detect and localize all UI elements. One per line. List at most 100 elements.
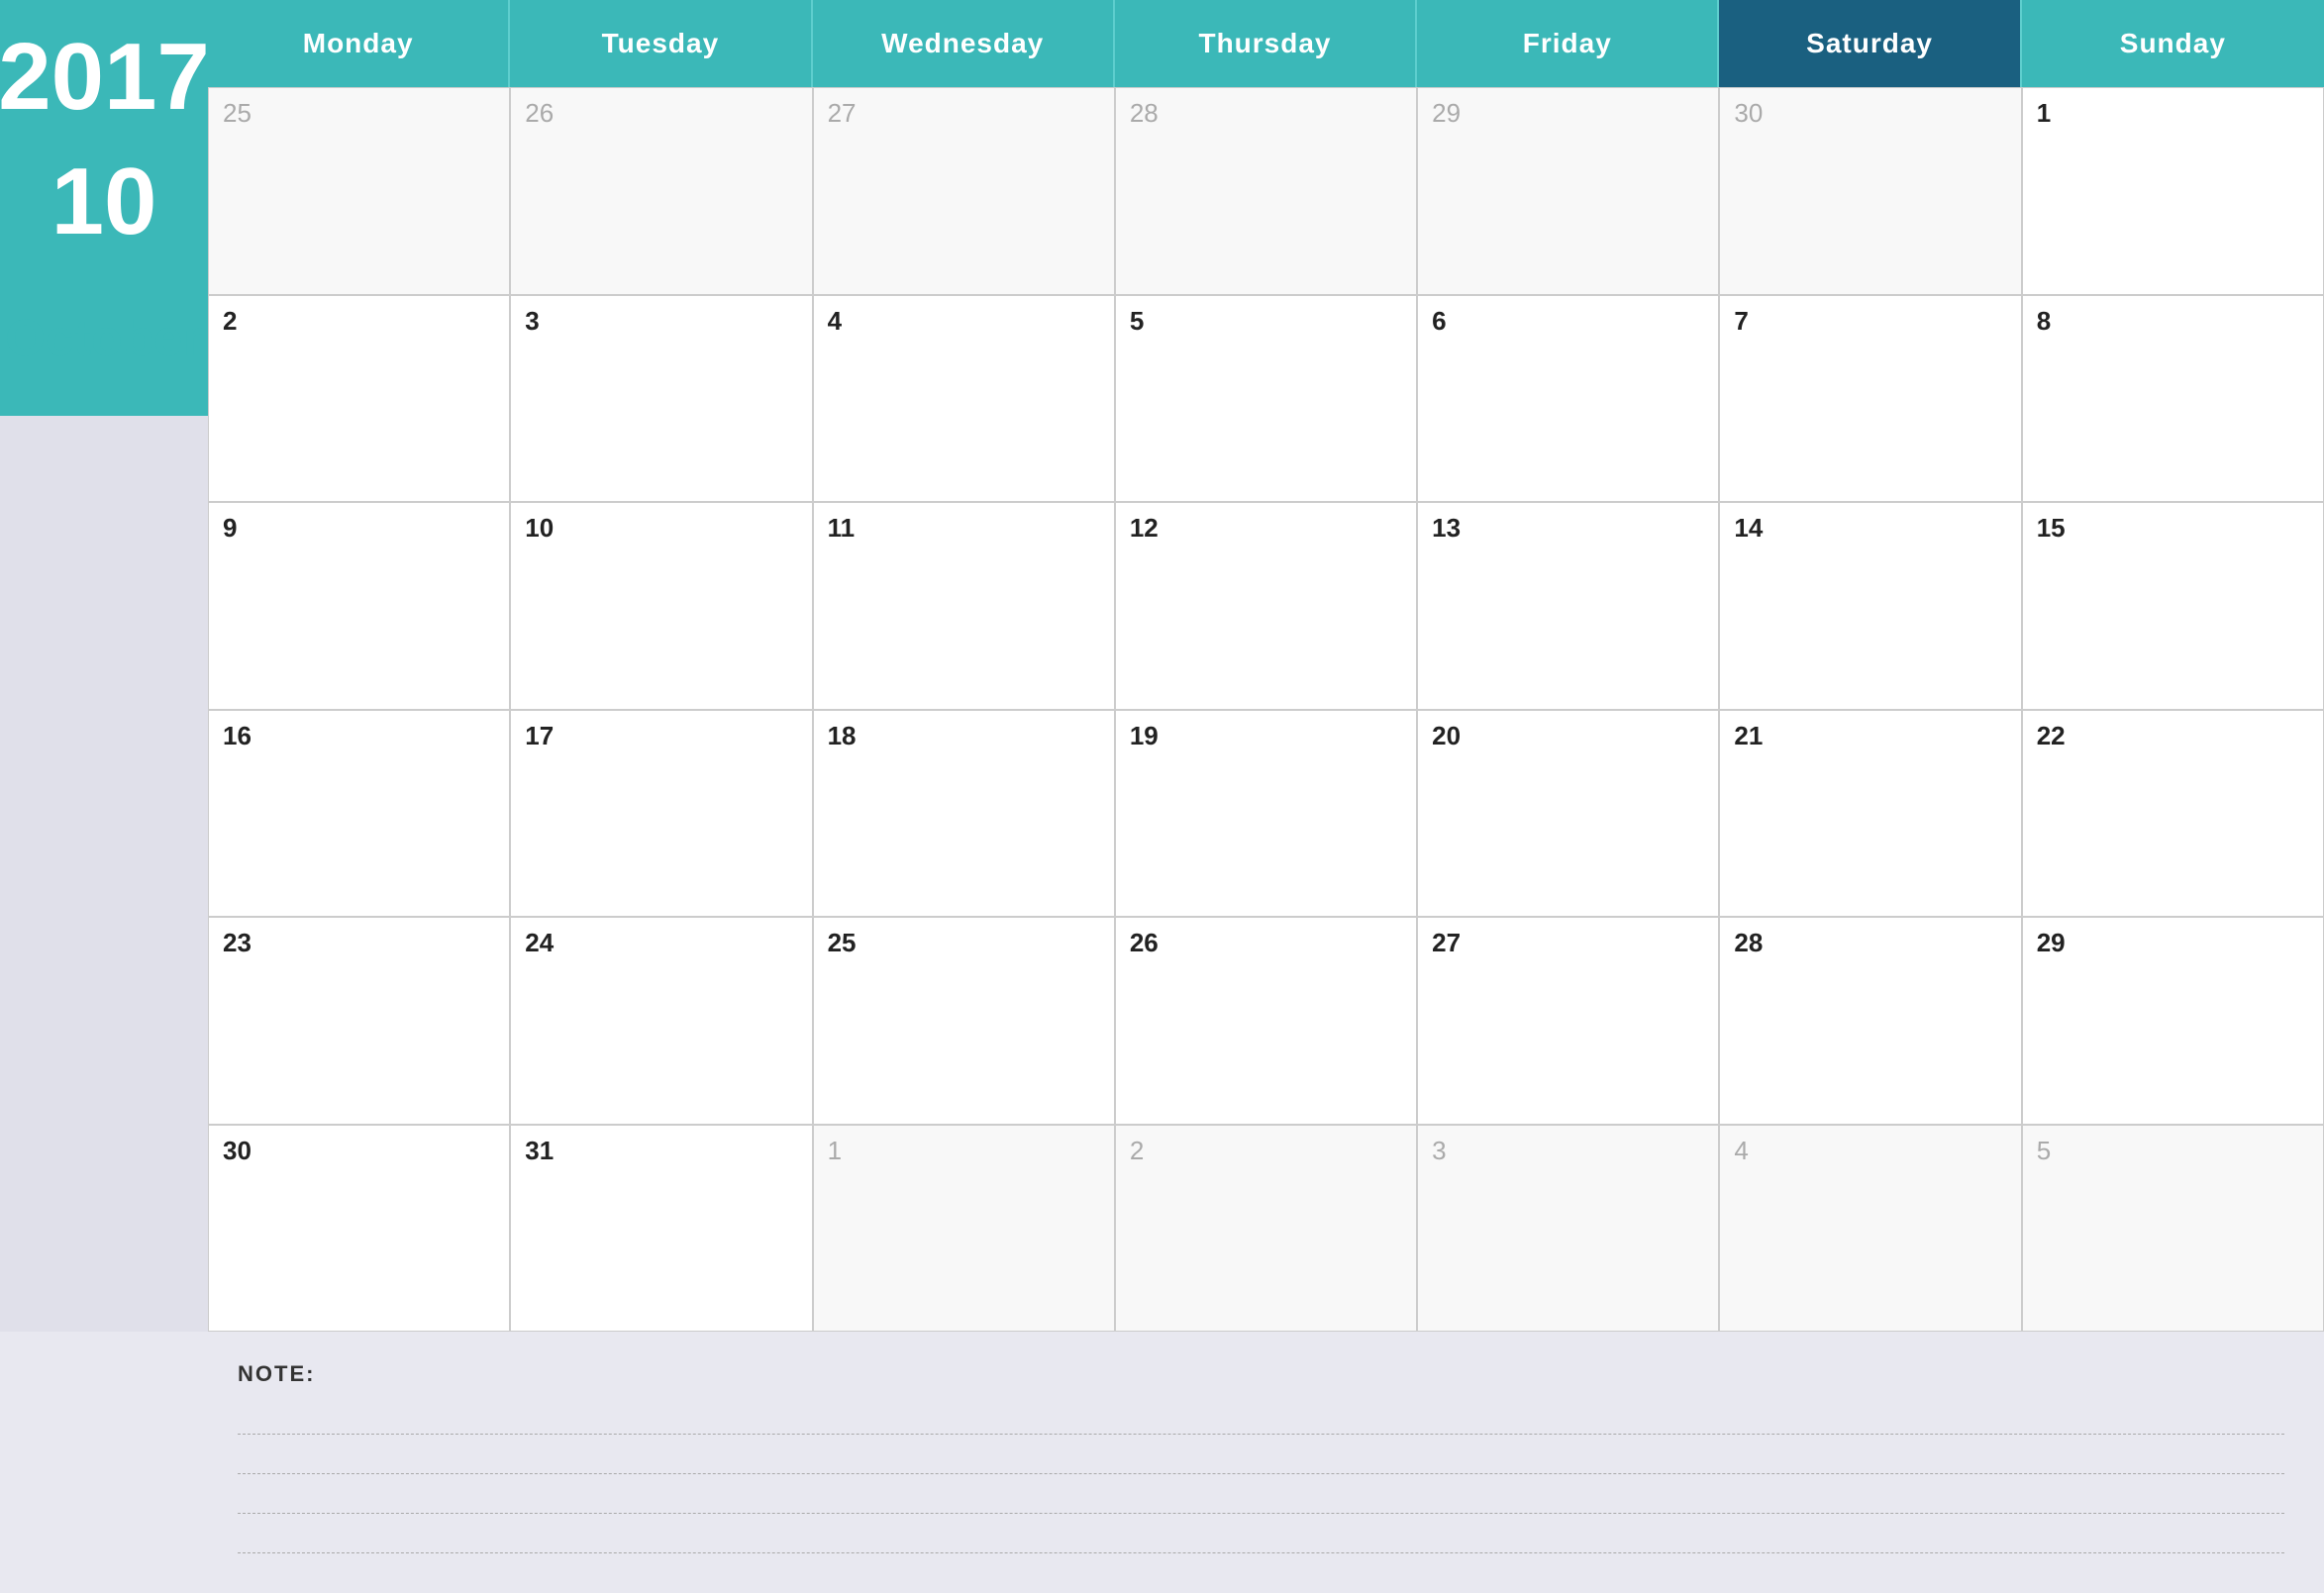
calendar-grid: 2526272829301234567891011121314151617181… — [208, 87, 2324, 1332]
calendar-cell[interactable]: 7 — [1719, 295, 2021, 503]
day-headers: MondayTuesdayWednesdayThursdayFridaySatu… — [208, 0, 2324, 87]
sidebar-month-name: October — [5, 309, 202, 368]
calendar-cell[interactable]: 6 — [1417, 295, 1719, 503]
calendar-page: 2017 10 October MondayTuesdayWednesdayTh… — [0, 0, 2324, 1593]
cell-day-number: 29 — [1432, 98, 1461, 128]
cell-day-number: 6 — [1432, 306, 1446, 336]
cell-day-number: 20 — [1432, 721, 1461, 750]
calendar-cell[interactable]: 25 — [208, 87, 510, 295]
cell-day-number: 10 — [525, 513, 554, 543]
day-header-thursday: Thursday — [1115, 0, 1417, 87]
note-line[interactable] — [238, 1474, 2284, 1514]
cell-day-number: 4 — [1734, 1136, 1748, 1165]
calendar-cell[interactable]: 1 — [813, 1125, 1115, 1333]
cell-day-number: 25 — [828, 928, 857, 957]
calendar-cell[interactable]: 23 — [208, 917, 510, 1125]
day-header-friday: Friday — [1417, 0, 1719, 87]
calendar-cell[interactable]: 19 — [1115, 710, 1417, 918]
calendar-cell[interactable]: 13 — [1417, 502, 1719, 710]
calendar-main: MondayTuesdayWednesdayThursdayFridaySatu… — [208, 0, 2324, 1332]
calendar-cell[interactable]: 31 — [510, 1125, 812, 1333]
calendar-cell[interactable]: 22 — [2022, 710, 2324, 918]
cell-day-number: 15 — [2037, 513, 2066, 543]
cell-day-number: 7 — [1734, 306, 1748, 336]
cell-day-number: 27 — [1432, 928, 1461, 957]
calendar-cell[interactable]: 27 — [1417, 917, 1719, 1125]
cell-day-number: 27 — [828, 98, 857, 128]
calendar-cell[interactable]: 9 — [208, 502, 510, 710]
calendar-cell[interactable]: 28 — [1115, 87, 1417, 295]
cell-day-number: 30 — [1734, 98, 1763, 128]
note-line[interactable] — [238, 1395, 2284, 1435]
cell-day-number: 31 — [525, 1136, 554, 1165]
note-line[interactable] — [238, 1514, 2284, 1553]
cell-day-number: 28 — [1130, 98, 1159, 128]
calendar-cell[interactable]: 24 — [510, 917, 812, 1125]
calendar-cell[interactable]: 30 — [1719, 87, 2021, 295]
calendar-cell[interactable]: 30 — [208, 1125, 510, 1333]
calendar-cell[interactable]: 21 — [1719, 710, 2021, 918]
calendar-cell[interactable]: 29 — [2022, 917, 2324, 1125]
cell-day-number: 26 — [1130, 928, 1159, 957]
notes-section: NOTE: — [0, 1332, 2324, 1593]
cell-day-number: 3 — [1432, 1136, 1446, 1165]
cell-day-number: 25 — [223, 98, 252, 128]
cell-day-number: 29 — [2037, 928, 2066, 957]
calendar-cell[interactable]: 15 — [2022, 502, 2324, 710]
cell-day-number: 26 — [525, 98, 554, 128]
cell-day-number: 11 — [828, 513, 856, 543]
cell-day-number: 9 — [223, 513, 237, 543]
calendar-cell[interactable]: 27 — [813, 87, 1115, 295]
calendar-cell[interactable]: 5 — [2022, 1125, 2324, 1333]
calendar-cell[interactable]: 26 — [1115, 917, 1417, 1125]
cell-day-number: 4 — [828, 306, 842, 336]
calendar-cell[interactable]: 2 — [208, 295, 510, 503]
cell-day-number: 2 — [1130, 1136, 1144, 1165]
calendar-cell[interactable]: 2 — [1115, 1125, 1417, 1333]
cell-day-number: 16 — [223, 721, 252, 750]
cell-day-number: 14 — [1734, 513, 1763, 543]
day-header-tuesday: Tuesday — [510, 0, 812, 87]
calendar-cell[interactable]: 12 — [1115, 502, 1417, 710]
sidebar-year: 2017 — [0, 30, 210, 125]
calendar-cell[interactable]: 3 — [1417, 1125, 1719, 1333]
calendar-cell[interactable]: 29 — [1417, 87, 1719, 295]
calendar-cell[interactable]: 10 — [510, 502, 812, 710]
calendar-cell[interactable]: 5 — [1115, 295, 1417, 503]
cell-day-number: 17 — [525, 721, 554, 750]
calendar-cell[interactable]: 16 — [208, 710, 510, 918]
calendar-cell[interactable]: 11 — [813, 502, 1115, 710]
cell-day-number: 24 — [525, 928, 554, 957]
cell-day-number: 21 — [1734, 721, 1763, 750]
calendar-cell[interactable]: 28 — [1719, 917, 2021, 1125]
calendar-cell[interactable]: 1 — [2022, 87, 2324, 295]
day-header-saturday: Saturday — [1719, 0, 2021, 87]
calendar-cell[interactable]: 17 — [510, 710, 812, 918]
calendar-wrapper: 2017 10 October MondayTuesdayWednesdayTh… — [0, 0, 2324, 1332]
note-line[interactable] — [238, 1435, 2284, 1474]
day-header-monday: Monday — [208, 0, 510, 87]
calendar-cell[interactable]: 18 — [813, 710, 1115, 918]
calendar-cell[interactable]: 4 — [1719, 1125, 2021, 1333]
cell-day-number: 8 — [2037, 306, 2051, 336]
calendar-cell[interactable]: 4 — [813, 295, 1115, 503]
note-lines — [238, 1395, 2284, 1553]
calendar-cell[interactable]: 20 — [1417, 710, 1719, 918]
cell-day-number: 12 — [1130, 513, 1159, 543]
calendar-cell[interactable]: 8 — [2022, 295, 2324, 503]
calendar-cell[interactable]: 14 — [1719, 502, 2021, 710]
cell-day-number: 5 — [2037, 1136, 2051, 1165]
sidebar-month-number: 10 — [51, 154, 157, 249]
cell-day-number: 1 — [828, 1136, 842, 1165]
cell-day-number: 22 — [2037, 721, 2066, 750]
calendar-cell[interactable]: 3 — [510, 295, 812, 503]
cell-day-number: 18 — [828, 721, 857, 750]
calendar-cell[interactable]: 25 — [813, 917, 1115, 1125]
day-header-wednesday: Wednesday — [813, 0, 1115, 87]
calendar-cell[interactable]: 26 — [510, 87, 812, 295]
cell-day-number: 30 — [223, 1136, 252, 1165]
note-label: NOTE: — [238, 1361, 2284, 1387]
cell-day-number: 23 — [223, 928, 252, 957]
cell-day-number: 2 — [223, 306, 237, 336]
calendar-sidebar: 2017 10 October — [0, 0, 208, 1332]
